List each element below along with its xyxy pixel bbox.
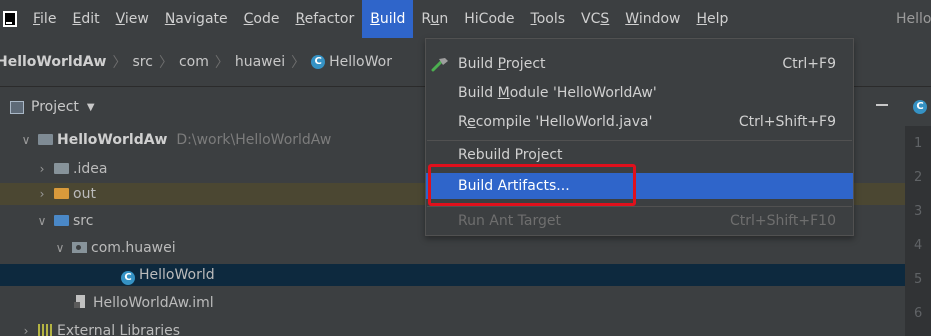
menu-item-recompile[interactable]: Recompile 'HelloWorld.java' Ctrl+Shift+F… <box>426 109 853 135</box>
menu-help[interactable]: Help <box>689 0 737 38</box>
menu-navigate[interactable]: Navigate <box>157 0 236 38</box>
menu-separator <box>427 206 852 207</box>
menu-file[interactable]: File <box>25 0 64 38</box>
menu-separator <box>427 140 852 141</box>
chevron-right-icon: 〉 <box>112 55 127 71</box>
menu-vcs[interactable]: VCS <box>573 0 617 38</box>
excluded-folder-icon <box>54 188 69 199</box>
hammer-icon <box>431 58 448 72</box>
line-number: 3 <box>914 204 923 219</box>
breadcrumb-file[interactable]: HelloWor <box>329 54 392 70</box>
breadcrumb-src[interactable]: src <box>132 54 152 70</box>
menu-item-run-ant-target[interactable]: Run Ant Target Ctrl+Shift+F10 <box>426 208 853 234</box>
menu-run[interactable]: Run <box>413 0 456 38</box>
caret-down-icon[interactable]: ▼ <box>87 102 95 113</box>
chevron-right-icon[interactable]: › <box>20 320 32 336</box>
folder-icon <box>54 163 69 174</box>
breadcrumb-project[interactable]: HelloWorldAw <box>0 54 106 70</box>
menu-item-build-module[interactable]: Build Module 'HelloWorldAw' <box>426 80 853 106</box>
menu-bar: File Edit View Navigate Code Refactor Bu… <box>0 0 931 38</box>
chevron-down-icon[interactable]: ∨ <box>36 210 48 232</box>
intellij-logo-icon <box>3 11 17 27</box>
editor-tab[interactable]: C <box>905 88 931 126</box>
project-folder-icon <box>38 134 53 145</box>
java-class-icon: C <box>121 271 135 285</box>
chevron-right-icon[interactable]: › <box>36 158 48 180</box>
project-window-icon <box>10 100 24 114</box>
tree-row-class[interactable]: C HelloWorld <box>0 264 905 286</box>
package-icon <box>72 242 87 253</box>
tree-row-package[interactable]: ∨ com.huawei <box>0 237 905 259</box>
line-number: 5 <box>914 272 923 287</box>
menu-build[interactable]: Build <box>362 0 414 38</box>
project-view-selector[interactable]: Project <box>31 99 79 115</box>
menu-window[interactable]: Window <box>617 0 688 38</box>
breadcrumb-huawei[interactable]: huawei <box>235 54 285 70</box>
menu-item-build-project[interactable]: Build Project Ctrl+F9 <box>426 51 853 77</box>
source-folder-icon <box>54 215 69 226</box>
chevron-right-icon: 〉 <box>291 55 306 71</box>
menu-view[interactable]: View <box>108 0 157 38</box>
tree-row-libraries[interactable]: › External Libraries <box>0 320 905 336</box>
module-file-icon <box>74 295 88 309</box>
line-number: 6 <box>914 306 923 321</box>
window-title: Hello <box>896 11 931 27</box>
java-class-icon: C <box>311 55 326 69</box>
build-menu-dropdown: Build Project Ctrl+F9 Build Module 'Hell… <box>425 38 854 236</box>
chevron-right-icon: 〉 <box>214 55 229 71</box>
menu-refactor[interactable]: Refactor <box>287 0 362 38</box>
line-number: 4 <box>914 238 923 253</box>
minimize-icon[interactable] <box>876 104 888 106</box>
highlight-box <box>428 164 636 206</box>
chevron-right-icon: 〉 <box>158 55 173 71</box>
java-class-icon: C <box>913 100 927 114</box>
line-number: 2 <box>914 170 923 185</box>
chevron-right-icon[interactable]: › <box>36 183 48 205</box>
menu-tools[interactable]: Tools <box>523 0 574 38</box>
chevron-down-icon[interactable]: ∨ <box>54 237 66 259</box>
menu-code[interactable]: Code <box>236 0 288 38</box>
line-number: 1 <box>914 136 923 151</box>
menu-hicode[interactable]: HiCode <box>456 0 522 38</box>
menu-edit[interactable]: Edit <box>64 0 107 38</box>
tree-row-iml[interactable]: HelloWorldAw.iml <box>0 292 905 314</box>
breadcrumb-com[interactable]: com <box>179 54 209 70</box>
chevron-down-icon[interactable]: ∨ <box>20 129 32 151</box>
library-icon <box>38 324 52 336</box>
